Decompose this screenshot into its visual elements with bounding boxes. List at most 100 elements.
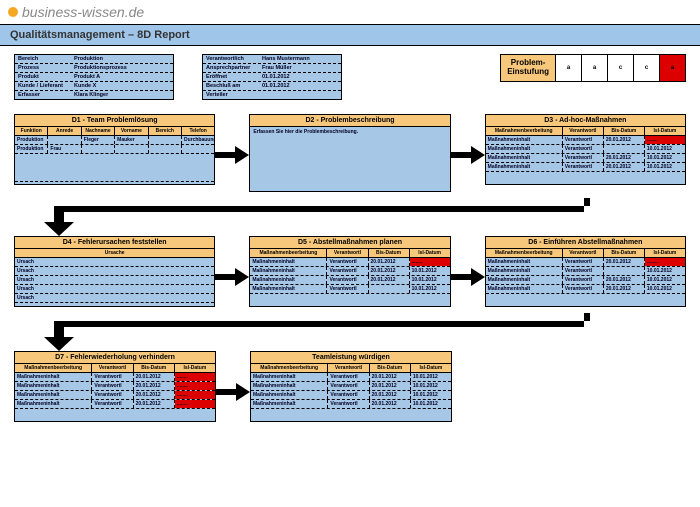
c: Verantwortl — [327, 285, 368, 293]
header-row: BereichProduktion ProzessProduktionsproz… — [14, 54, 686, 100]
c: Maßnahmeninhalt — [486, 276, 563, 284]
d2-text: Erfassen Sie hier die Problembeschreibun… — [250, 127, 449, 191]
hc: Bis-Datum — [370, 364, 411, 372]
content-area: BereichProduktion ProzessProduktionsproz… — [0, 46, 700, 436]
lbl: Bereich — [15, 55, 71, 63]
v-arrow-1 — [14, 198, 686, 236]
hc: IsI-Datum — [645, 127, 685, 135]
val: Produktion — [71, 55, 173, 63]
val: Klara Klinger — [71, 91, 173, 99]
arrow-right-icon — [215, 146, 249, 164]
d4-box: D4 - Fehlerursachen feststellen Ursache … — [14, 236, 215, 307]
c: 10.01.2012 — [645, 267, 685, 275]
logo-dot-icon — [8, 7, 18, 17]
c: Verantwortl — [327, 267, 368, 275]
hc: IsI-Datum — [411, 364, 451, 372]
val: Produktionsprozess — [71, 64, 173, 72]
c: 10.01.2012 — [411, 400, 451, 408]
c: ........ — [645, 136, 685, 144]
c: Ursach — [15, 294, 214, 302]
c: Verantwortl — [563, 154, 604, 162]
lbl: Verteiler — [203, 91, 259, 99]
c: Verantwortl — [563, 285, 604, 293]
c: 20.01.2012 — [370, 400, 411, 408]
hc: Vorname — [115, 127, 148, 135]
hc: Maßnahmenbeerbeitung — [250, 249, 327, 257]
c: Frau — [48, 145, 81, 153]
d6-title: D6 - Einführen Abstellmaßnahmen — [486, 237, 685, 249]
lbl: Eröffnet — [203, 73, 259, 81]
hc: Bis-Datum — [134, 364, 175, 372]
c: 20.01.2012 — [370, 382, 411, 390]
c: Verantwortl — [563, 145, 604, 153]
c: ........ — [175, 373, 215, 381]
hc: Bereich — [149, 127, 182, 135]
flow-row-3: D7 - Fehlerwiederholung verhindern Maßna… — [14, 351, 686, 422]
rating-cell: c — [633, 55, 659, 81]
val: Kunde X — [71, 82, 173, 90]
hc: IsI-Datum — [175, 364, 215, 372]
rating-cell: a — [555, 55, 581, 81]
c: 10.01.2012 — [645, 154, 685, 162]
c: 20.01.2012 — [134, 373, 175, 381]
c: Verantwortl — [328, 391, 369, 399]
c: 20.01.2012 — [604, 276, 645, 284]
c: 20.01.2012 — [369, 276, 410, 284]
rating-cell: c — [607, 55, 633, 81]
c: 20.01.2012 — [134, 382, 175, 390]
val: Produkt A — [71, 73, 173, 81]
arrow-right-icon — [215, 268, 249, 286]
d2-box: D2 - Problembeschreibung Erfassen Sie hi… — [249, 114, 450, 192]
hc: Verantwortl — [92, 364, 133, 372]
val: 01.01.2012 — [259, 73, 341, 81]
c: Ursach — [15, 267, 214, 275]
hc: Anrede — [48, 127, 81, 135]
hc: Maßnahmenbeerbeitung — [486, 127, 563, 135]
rating-cell-selected: a — [659, 55, 685, 81]
c: Verantwortl — [563, 276, 604, 284]
c: 10.01.2012 — [645, 145, 685, 153]
c: Maßnahmeninhalt — [15, 400, 92, 408]
c: 10.01.2012 — [645, 163, 685, 171]
c — [48, 136, 81, 144]
c: 20.01.2012 — [604, 136, 645, 144]
d5-title: D5 - Abstellmaßnahmen planen — [250, 237, 449, 249]
c: Verantwortl — [563, 136, 604, 144]
c: 20.01.2012 — [604, 154, 645, 162]
d3-title: D3 - Ad-hoc-Maßnahmen — [486, 115, 685, 127]
c: Ursach — [15, 276, 214, 284]
c: Maßnahmeninhalt — [251, 373, 328, 381]
c — [149, 145, 182, 153]
arrow-right-icon — [216, 383, 250, 401]
arrow-right-icon — [451, 146, 485, 164]
c: Maßnahmeninhalt — [486, 136, 563, 144]
c: 10.01.2012 — [411, 391, 451, 399]
hc: Telefon — [182, 127, 214, 135]
d7-title: D7 - Fehlerwiederholung verhindern — [15, 352, 215, 364]
c: Maßnahmeninhalt — [486, 154, 563, 162]
c: Maßnahmeninhalt — [486, 145, 563, 153]
val — [259, 91, 341, 99]
c: Verantwortl — [92, 373, 133, 381]
c: 10.01.2012 — [410, 276, 450, 284]
c: Produktion — [15, 145, 48, 153]
flow-row-1: D1 - Team Problemlösung FunktionAnredeNa… — [14, 114, 686, 192]
c: 10.01.2012 — [645, 285, 685, 293]
d7-box: D7 - Fehlerwiederholung verhindern Maßna… — [14, 351, 216, 422]
c: Verantwortl — [563, 163, 604, 171]
c: Maßnahmeninhalt — [250, 267, 327, 275]
d4-title: D4 - Fehlerursachen feststellen — [15, 237, 214, 249]
hc: Maßnahmenbeerbeitung — [15, 364, 92, 372]
c: ........ — [175, 382, 215, 390]
c — [82, 145, 115, 153]
c: Verantwortl — [92, 391, 133, 399]
c: ........ — [175, 391, 215, 399]
c: ........ — [410, 258, 450, 266]
c: Durchbauung 2012 — [182, 136, 214, 144]
v-arrow-2 — [14, 313, 686, 351]
hc: Bis-Datum — [369, 249, 410, 257]
lbl: Ansprechpartner — [203, 64, 259, 72]
c — [149, 136, 182, 144]
val: Frau Müller — [259, 64, 341, 72]
rating-cell: a — [581, 55, 607, 81]
